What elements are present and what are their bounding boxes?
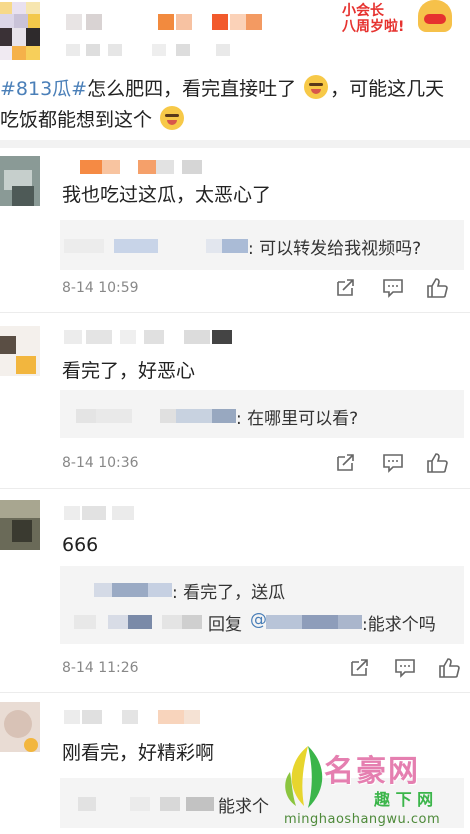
commenter-avatar[interactable] xyxy=(0,156,40,206)
comment-icon[interactable] xyxy=(382,453,404,473)
reply-prefix: 回复 xyxy=(208,615,242,635)
comment-footer: 8-14 10:36 xyxy=(62,453,462,477)
like-icon[interactable] xyxy=(426,278,448,298)
vomit-emoji-icon xyxy=(304,75,329,99)
reply-box[interactable]: : 可以转发给我视频吗? xyxy=(60,220,464,270)
share-icon[interactable] xyxy=(348,658,370,678)
comment-separator xyxy=(0,312,470,313)
post-content: #813瓜#怎么肥四，看完直接吐了 ，可能这几天 吃饭都能想到这个 xyxy=(0,74,470,136)
anniversary-badge: 小会长 八周岁啦! xyxy=(340,0,452,34)
comment-text: 看完了，好恶心 xyxy=(62,360,196,382)
comment-footer: 8-14 11:26 xyxy=(62,658,462,682)
reply-line[interactable]: : 看完了，送瓜 xyxy=(60,572,464,606)
badge-line-2: 八周岁啦! xyxy=(342,19,405,35)
post-text-line-2: 吃饭都能想到这个 xyxy=(0,109,153,131)
comment-text: 刚看完，好精彩啊 xyxy=(62,742,215,764)
like-icon[interactable] xyxy=(426,453,448,473)
post-text-line-1: 怎么肥四，看完直接吐了 xyxy=(87,78,297,100)
comment-text: 我也吃过这瓜，太恶心了 xyxy=(62,184,272,206)
commenter-avatar[interactable] xyxy=(0,702,40,752)
comment-icon[interactable] xyxy=(394,658,416,678)
watermark-logo-text: 名豪网 xyxy=(324,754,420,789)
post-author-avatar[interactable] xyxy=(0,2,46,62)
share-icon[interactable] xyxy=(334,278,356,298)
reply-text: : 看完了，送瓜 xyxy=(172,583,286,603)
post-text-after-emoji: ，可能这几天 xyxy=(330,78,445,100)
section-divider xyxy=(0,140,470,148)
post-header: 小会长 八周岁啦! xyxy=(0,0,470,70)
reply-line[interactable]: : 可以转发给我视频吗? xyxy=(60,228,464,262)
reply-text: : 在哪里可以看? xyxy=(236,409,359,429)
sad-emoji-icon xyxy=(160,106,185,130)
watermark-url: minghaoshangwu.com xyxy=(284,812,441,827)
watermark-subtext: 趣 下 网 xyxy=(374,790,434,809)
comment-icon[interactable] xyxy=(382,278,404,298)
comment-time: 8-14 10:59 xyxy=(62,280,139,296)
reply-mention[interactable]: @ xyxy=(250,610,267,630)
comment-footer: 8-14 10:59 xyxy=(62,278,462,302)
mascot-icon xyxy=(418,0,452,32)
reply-text: 能求个 xyxy=(218,797,269,817)
comment-time: 8-14 10:36 xyxy=(62,455,139,471)
comment-separator xyxy=(0,692,470,693)
share-icon[interactable] xyxy=(334,453,356,473)
commenter-avatar[interactable] xyxy=(0,326,40,376)
reply-box[interactable]: : 在哪里可以看? xyxy=(60,390,464,438)
like-icon[interactable] xyxy=(438,658,460,678)
comment-text: 666 xyxy=(62,534,99,556)
commenter-avatar[interactable] xyxy=(0,500,40,550)
reply-text: :能求个吗 xyxy=(362,615,436,635)
badge-line-1: 小会长 xyxy=(342,3,384,19)
reply-line[interactable]: : 在哪里可以看? xyxy=(60,398,464,432)
comment-time: 8-14 11:26 xyxy=(62,660,139,676)
site-watermark: 名豪网 趣 下 网 minghaoshangwu.com xyxy=(278,742,470,834)
reply-line[interactable]: 回复 @ :能求个吗 xyxy=(60,604,464,638)
reply-box[interactable]: : 看完了，送瓜 回复 @ :能求个吗 xyxy=(60,566,464,644)
reply-text: : 可以转发给我视频吗? xyxy=(248,239,422,259)
comment-separator xyxy=(0,488,470,489)
post-hashtag[interactable]: #813瓜# xyxy=(0,78,87,100)
